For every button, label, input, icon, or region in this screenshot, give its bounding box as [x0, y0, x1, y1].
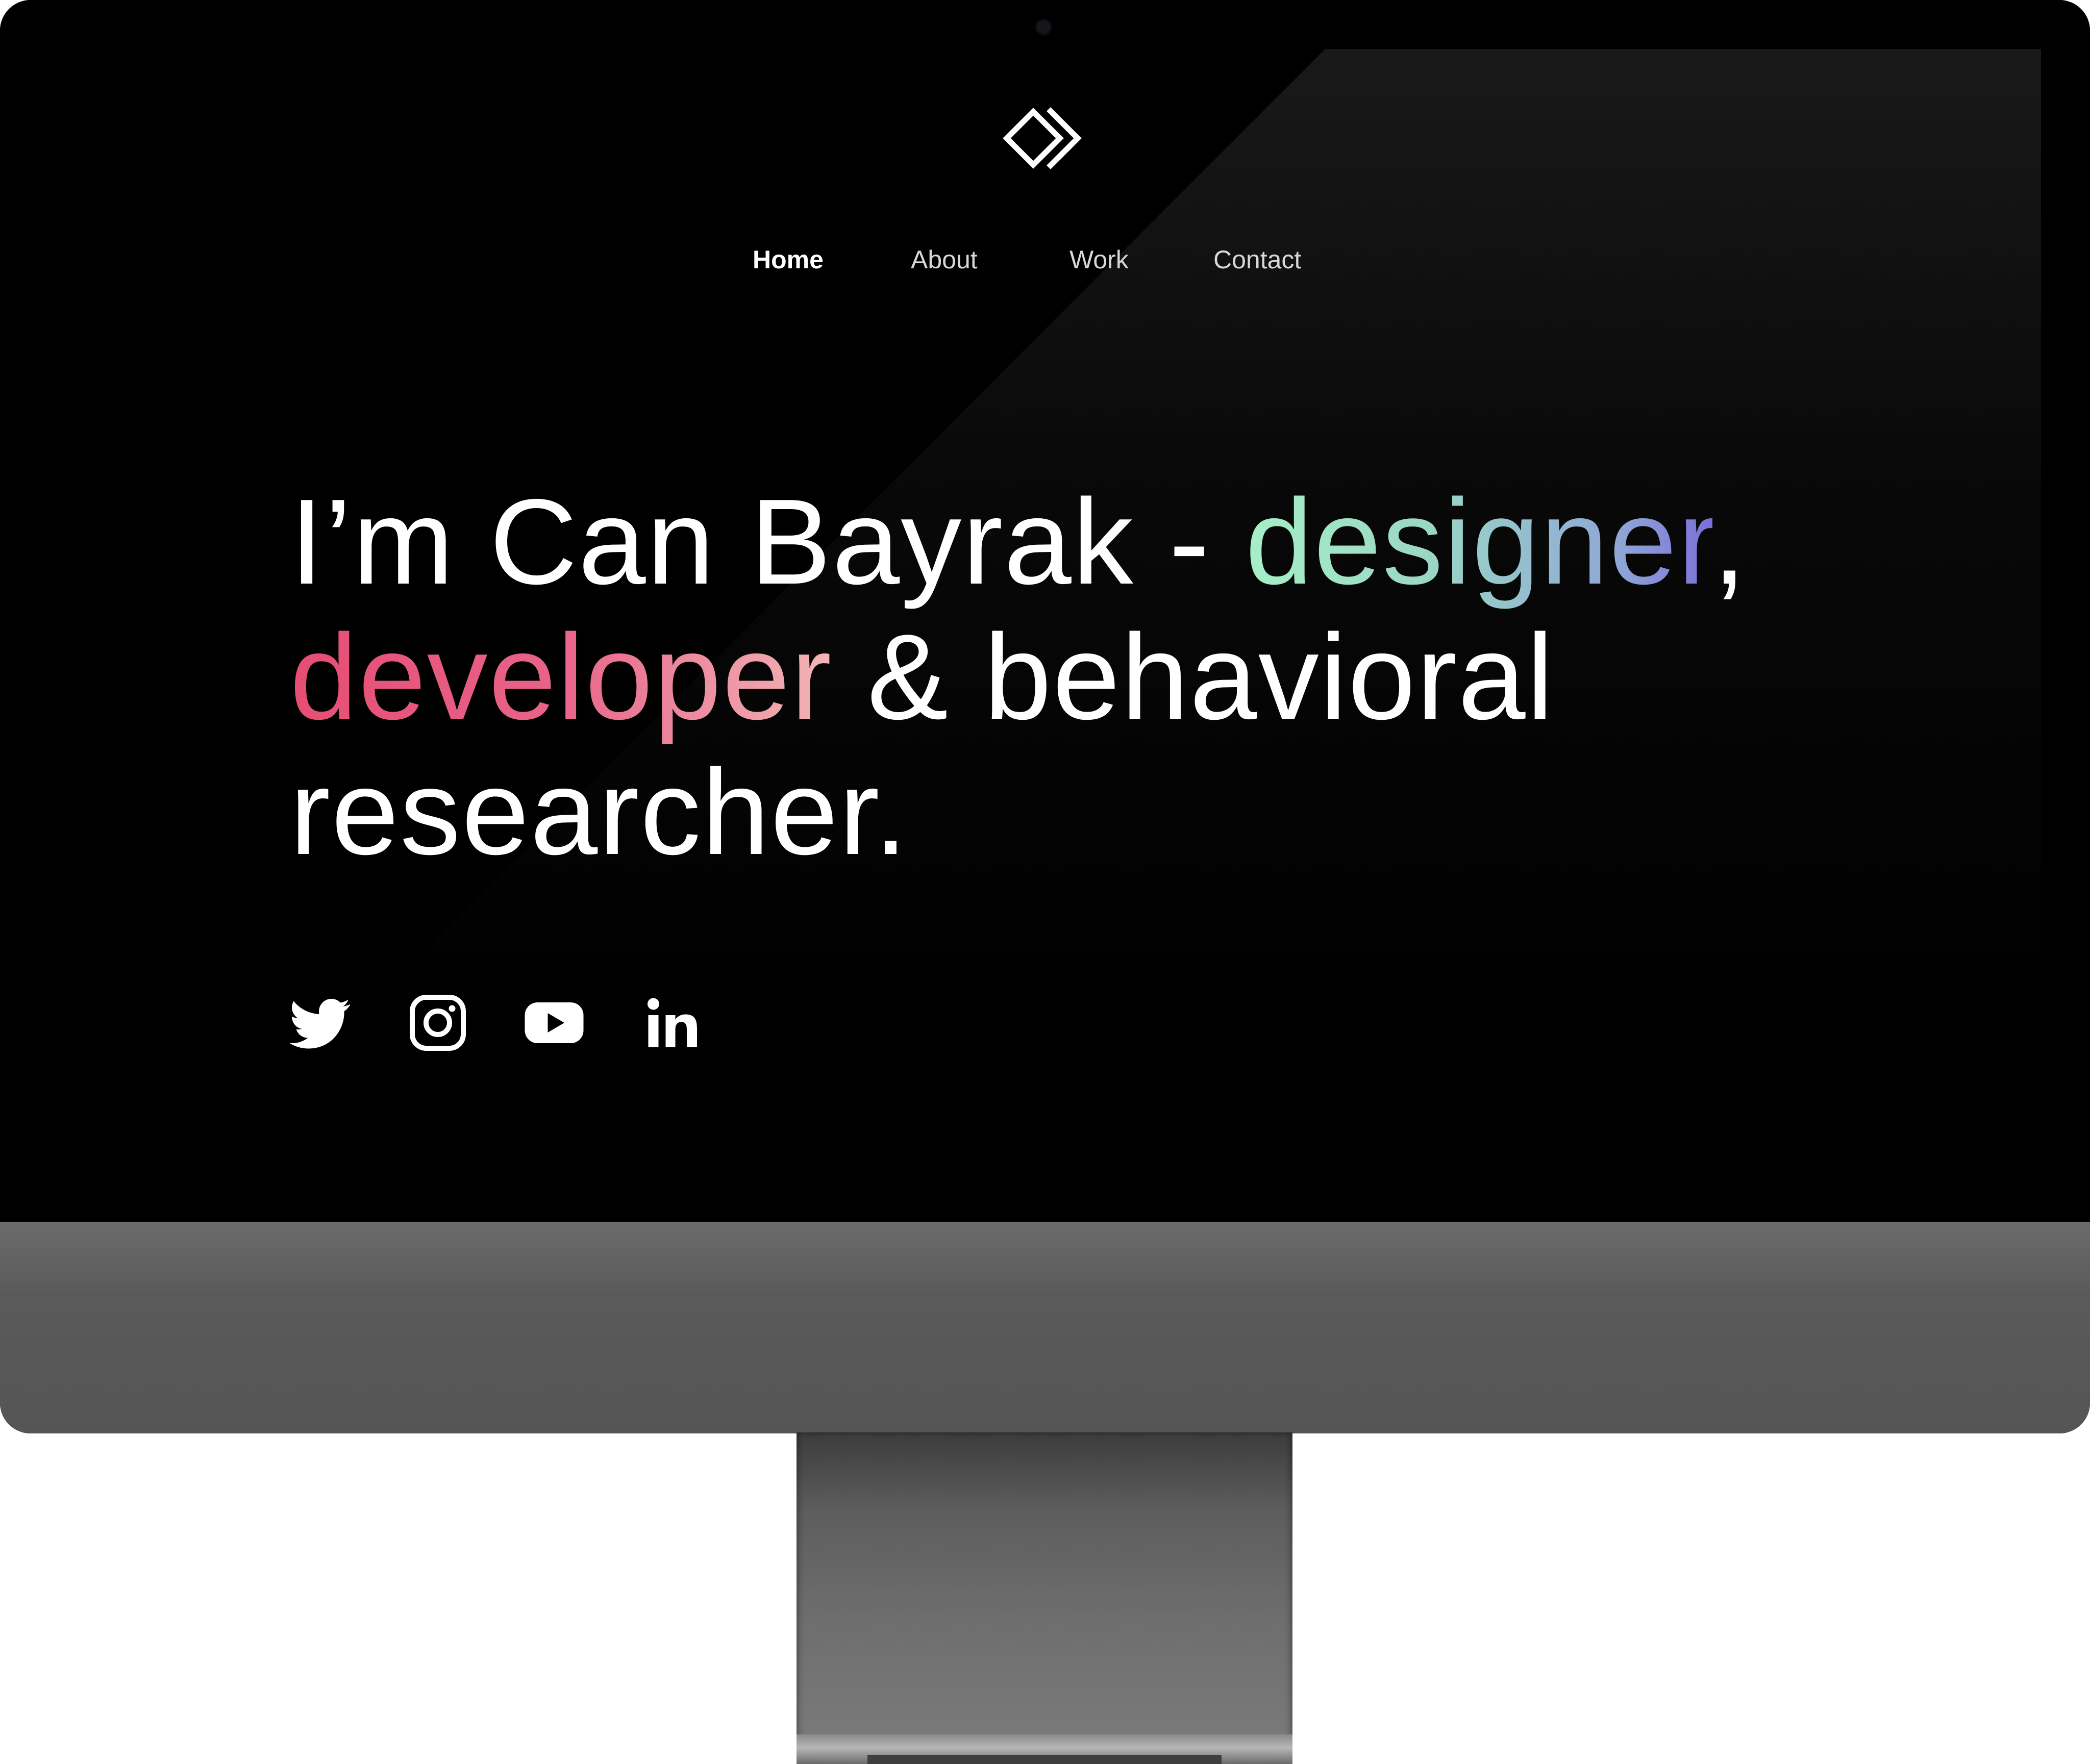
- hero-line-2: developer & behavioral: [290, 610, 1821, 745]
- screen: Home About Work Contact I’m Can Bayrak -…: [0, 0, 2090, 1222]
- monitor: Home About Work Contact I’m Can Bayrak -…: [0, 0, 2090, 1433]
- nav-home[interactable]: Home: [753, 245, 824, 274]
- camera: [1037, 20, 1050, 34]
- social-links: [290, 992, 749, 1053]
- hero-heading: I’m Can Bayrak - designer, developer & b…: [290, 474, 1821, 880]
- stand-foot-gap: [867, 1755, 1222, 1764]
- hero-designer: designer: [1245, 474, 1713, 610]
- linkedin-icon[interactable]: [642, 992, 703, 1053]
- hero-line-1: I’m Can Bayrak - designer,: [290, 474, 1821, 610]
- main-nav: Home About Work Contact: [0, 245, 2090, 281]
- hero-intro: I’m Can Bayrak -: [290, 474, 1246, 610]
- hero-developer: developer: [290, 610, 833, 745]
- monitor-stand: [797, 1432, 1292, 1745]
- hero-behavioral: & behavioral: [832, 610, 1555, 745]
- logo-icon[interactable]: [998, 100, 1089, 177]
- youtube-icon[interactable]: [524, 992, 585, 1053]
- nav-work[interactable]: Work: [1069, 245, 1129, 274]
- instagram-icon[interactable]: [407, 992, 468, 1053]
- monitor-chin: [0, 1222, 2090, 1433]
- nav-contact[interactable]: Contact: [1213, 245, 1301, 274]
- nav-about[interactable]: About: [911, 245, 978, 274]
- twitter-icon[interactable]: [290, 992, 351, 1053]
- hero-comma: ,: [1712, 474, 1748, 610]
- hero-line-3: researcher.: [290, 745, 909, 880]
